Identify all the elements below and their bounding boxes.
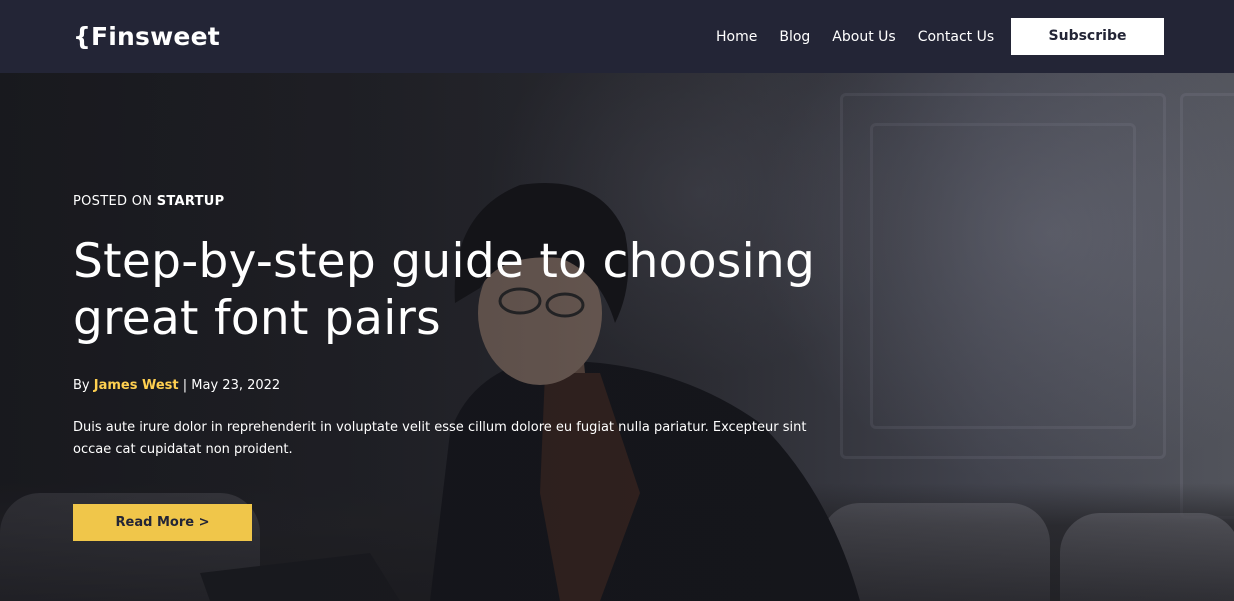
post-byline: By James West | May 23, 2022 bbox=[73, 377, 280, 395]
subscribe-button[interactable]: Subscribe bbox=[1011, 18, 1164, 55]
finsweet-logo[interactable]: {Finsweet bbox=[73, 20, 220, 54]
read-more-button[interactable]: Read More > bbox=[73, 504, 252, 541]
nav-link-about-us[interactable]: About Us bbox=[832, 28, 895, 46]
by-prefix: By bbox=[73, 378, 94, 393]
category-link[interactable]: STARTUP bbox=[157, 194, 225, 209]
nav-links: Home Blog About Us Contact Us bbox=[716, 28, 994, 46]
post-excerpt: Duis aute irure dolor in reprehenderit i… bbox=[73, 420, 807, 457]
posted-on-prefix: POSTED ON bbox=[73, 194, 157, 209]
post-date: May 23, 2022 bbox=[191, 378, 281, 393]
post-title: Step-by-step guide to choosing great fon… bbox=[73, 234, 816, 346]
post-category-label: POSTED ON STARTUP bbox=[73, 194, 224, 210]
page: {Finsweet Home Blog About Us Contact Us … bbox=[0, 0, 1234, 601]
top-navbar: {Finsweet Home Blog About Us Contact Us … bbox=[0, 0, 1234, 73]
date-separator: | bbox=[178, 378, 192, 393]
nav-link-contact-us[interactable]: Contact Us bbox=[918, 28, 994, 46]
author-link[interactable]: James West bbox=[94, 378, 179, 393]
nav-link-blog[interactable]: Blog bbox=[779, 28, 810, 46]
nav-link-home[interactable]: Home bbox=[716, 28, 757, 46]
